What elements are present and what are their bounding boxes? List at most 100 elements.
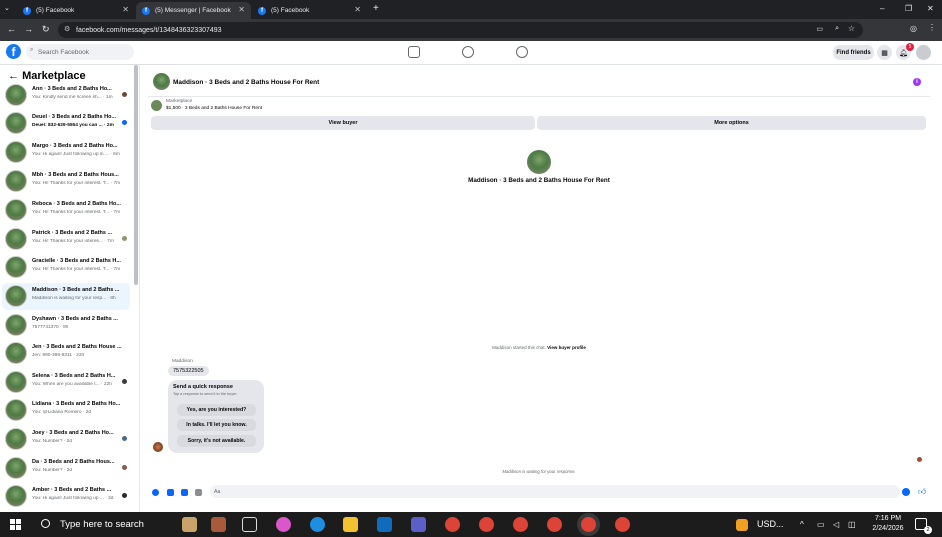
search-placeholder: Search Facebook bbox=[38, 48, 89, 56]
volume-icon[interactable]: ◁ bbox=[833, 520, 839, 529]
conversation-item[interactable]: Selena · 3 Beds and 2 Baths H... You: Whe… bbox=[2, 369, 130, 396]
conversation-avatar bbox=[5, 371, 27, 393]
back-arrow-icon[interactable]: ← bbox=[8, 70, 22, 82]
unread-dot bbox=[122, 120, 127, 125]
voice-clip-icon[interactable] bbox=[152, 489, 159, 496]
network-icon[interactable]: ◫ bbox=[848, 520, 856, 529]
minimize-button[interactable]: – bbox=[880, 4, 884, 13]
sender-avatar bbox=[153, 442, 163, 452]
attach-photo-icon[interactable] bbox=[167, 489, 174, 496]
conversation-item[interactable]: Amber · 3 Beds and 2 Baths ... You: Hi ag… bbox=[2, 483, 130, 510]
chrome-active-icon[interactable] bbox=[581, 517, 596, 532]
currency-widget[interactable]: USD... bbox=[757, 519, 784, 529]
edge-icon[interactable] bbox=[310, 517, 325, 532]
quick-reply-interested[interactable]: Yes, are you interested? bbox=[177, 404, 256, 416]
quick-response-card: Send a quick response Tap a response to … bbox=[168, 380, 264, 453]
currency-icon[interactable] bbox=[736, 519, 748, 531]
emoji-icon[interactable] bbox=[902, 488, 910, 496]
find-friends-button[interactable]: Find friends bbox=[833, 45, 874, 60]
cast-icon[interactable]: ▭ bbox=[816, 25, 823, 33]
facebook-search-input[interactable]: ⌕ Search Facebook bbox=[26, 44, 134, 60]
chrome-profile-icon[interactable] bbox=[513, 517, 528, 532]
url-input[interactable]: ⚙ facebook.com/messages/t/13484363233074… bbox=[58, 22, 863, 38]
chrome-profile-icon[interactable] bbox=[615, 517, 630, 532]
back-icon[interactable]: ← bbox=[7, 24, 16, 34]
tab-facebook-1[interactable]: f (5) Facebook ✕ bbox=[17, 2, 135, 19]
conversation-item[interactable]: Gracielle · 3 Beds and 2 Baths H... You: … bbox=[2, 254, 130, 281]
view-buyer-button[interactable]: View buyer bbox=[151, 116, 535, 130]
close-window-button[interactable]: ✕ bbox=[927, 4, 934, 13]
widgets-news-icon[interactable] bbox=[211, 517, 226, 532]
copilot-icon[interactable] bbox=[276, 517, 291, 532]
maximize-button[interactable]: ❐ bbox=[905, 4, 912, 13]
chat-title[interactable]: Maddison · 3 Beds and 2 Baths House For … bbox=[173, 79, 319, 86]
file-explorer-icon[interactable] bbox=[343, 517, 358, 532]
new-tab-button[interactable]: + bbox=[373, 3, 379, 14]
conversation-title: Maddison · 3 Beds and 2 Baths ... bbox=[32, 287, 120, 293]
message-bubble[interactable]: 7575322505 bbox=[168, 366, 209, 376]
conversation-item[interactable]: Lidiana · 3 Beds and 2 Baths Ho... You: @… bbox=[2, 397, 130, 424]
conversation-item[interactable]: Mbh · 3 Beds and 2 Baths Hous... You: Hi!… bbox=[2, 168, 130, 195]
conversation-item[interactable]: Margo · 3 Beds and 2 Baths Ho... You: Hi … bbox=[2, 139, 130, 166]
tab-facebook-2[interactable]: f (5) Facebook ✕ bbox=[252, 2, 367, 19]
friends-icon[interactable] bbox=[462, 46, 474, 58]
home-icon[interactable] bbox=[408, 46, 420, 58]
menu-grid-icon[interactable]: ▦ bbox=[877, 45, 892, 60]
message-input[interactable]: Aa bbox=[210, 485, 900, 498]
conversation-item[interactable]: Reboca · 3 Beds and 2 Baths Ho... You: Hi… bbox=[2, 197, 130, 224]
quick-reply-not-available[interactable]: Sorry, it's not available. bbox=[177, 435, 256, 447]
task-view-icon[interactable] bbox=[242, 517, 257, 532]
conversation-item[interactable]: Ann · 3 Beds and 2 Baths Ho... You: Kindl… bbox=[2, 82, 130, 109]
tray-chevron-icon[interactable]: ^ bbox=[800, 520, 804, 529]
profile-icon[interactable]: ◎ bbox=[910, 24, 917, 33]
close-tab-icon[interactable]: ✕ bbox=[238, 5, 245, 14]
conversation-avatar bbox=[5, 199, 27, 221]
store-icon[interactable] bbox=[411, 517, 426, 532]
info-icon[interactable]: i bbox=[913, 78, 921, 86]
tab-label: (5) Facebook bbox=[271, 7, 310, 14]
thumbs-up-icon[interactable]: 👍︎ bbox=[918, 487, 926, 497]
conversation-avatar bbox=[5, 285, 27, 307]
outlook-icon[interactable] bbox=[377, 517, 392, 532]
view-buyer-profile-link[interactable]: View buyer profile bbox=[547, 345, 586, 350]
conversation-item[interactable]: Joey · 3 Beds and 2 Baths Ho... You: Numb… bbox=[2, 426, 130, 453]
marketplace-listing-bar[interactable]: Marketplace $1,500 · 3 Beds and 2 Baths … bbox=[151, 98, 931, 116]
conversation-item[interactable]: Jen · 3 Beds and 2 Baths House ... Jen: 9… bbox=[2, 340, 130, 367]
bookmark-star-icon[interactable]: ☆ bbox=[848, 24, 855, 33]
conversation-item[interactable]: Da · 3 Beds and 2 Baths Hous... You: Numb… bbox=[2, 455, 130, 482]
widgets-icon[interactable] bbox=[182, 517, 197, 532]
gif-icon[interactable] bbox=[195, 489, 202, 496]
chrome-profile-icon[interactable] bbox=[479, 517, 494, 532]
tab-search-icon[interactable]: ⌄ bbox=[4, 4, 10, 12]
more-options-button[interactable]: More options bbox=[537, 116, 926, 130]
battery-icon[interactable]: ▭ bbox=[817, 520, 825, 529]
groups-icon[interactable] bbox=[516, 46, 528, 58]
conversation-item[interactable]: Patrick · 3 Beds and 2 Baths ... You: Hi!… bbox=[2, 226, 130, 253]
account-avatar[interactable] bbox=[916, 45, 931, 60]
conversation-title: Dyshawn · 3 Beds and 2 Baths ... bbox=[32, 316, 118, 322]
browser-menu-icon[interactable]: ⋮ bbox=[928, 23, 936, 32]
chrome-profile-icon[interactable] bbox=[547, 517, 562, 532]
conversation-item[interactable]: Deuel · 3 Beds and 2 Baths Ho... Deuel: 8… bbox=[2, 110, 130, 137]
chrome-icon[interactable] bbox=[445, 517, 460, 532]
sidebar-scrollbar[interactable] bbox=[134, 65, 138, 285]
windows-start-icon[interactable] bbox=[10, 519, 21, 530]
tab-messenger[interactable]: f (5) Messenger | Facebook ✕ bbox=[136, 2, 251, 19]
close-tab-icon[interactable]: ✕ bbox=[122, 5, 129, 14]
zoom-icon[interactable]: ⌕ bbox=[835, 25, 839, 33]
seen-avatar bbox=[122, 493, 127, 498]
sticker-icon[interactable] bbox=[181, 489, 188, 496]
site-info-icon[interactable]: ⚙ bbox=[64, 25, 70, 33]
forward-icon[interactable]: → bbox=[24, 24, 33, 34]
close-tab-icon[interactable]: ✕ bbox=[354, 5, 361, 14]
conversation-item[interactable]: Maddison · 3 Beds and 2 Baths ... Maddiso… bbox=[2, 283, 130, 310]
conversation-item[interactable]: Dyshawn · 3 Beds and 2 Baths ... 75777413… bbox=[2, 312, 130, 339]
quick-reply-in-talks[interactable]: In talks. I'll let you know. bbox=[177, 419, 256, 431]
conversation-title: Jen · 3 Beds and 2 Baths House ... bbox=[32, 344, 122, 350]
conversation-avatar bbox=[5, 228, 27, 250]
chat-avatar[interactable] bbox=[153, 73, 170, 90]
facebook-logo-icon[interactable]: f bbox=[6, 44, 21, 59]
taskbar-search-input[interactable]: Type here to search bbox=[33, 513, 170, 536]
reload-icon[interactable]: ↻ bbox=[42, 24, 50, 35]
taskbar-clock[interactable]: 7:16 PM 2/24/2026 bbox=[868, 514, 908, 534]
